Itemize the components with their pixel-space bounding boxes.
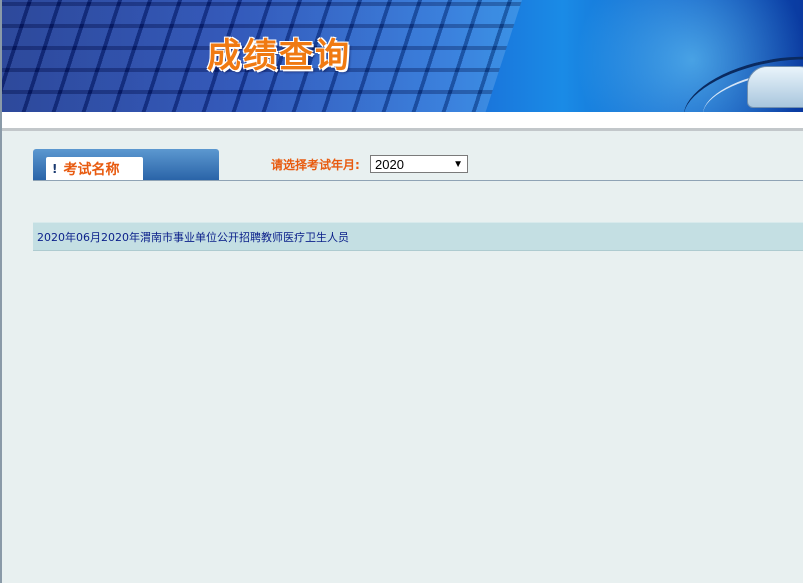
exam-name-tab[interactable]: ! 考试名称 — [33, 149, 219, 180]
dropdown-arrow-icon: ▼ — [453, 159, 463, 170]
page-title: 成绩查询 — [207, 36, 351, 76]
mouse-graphic — [747, 66, 803, 108]
header-spacer — [2, 112, 803, 128]
exam-year-select[interactable]: 2020 ▼ — [370, 155, 468, 173]
exam-link[interactable]: 2020年06月2020年渭南市事业单位公开招聘教师医疗卫生人员 — [37, 229, 349, 245]
exam-year-value: 2020 — [375, 156, 404, 172]
header-divider — [2, 128, 803, 131]
exam-year-label: 请选择考试年月: — [271, 158, 360, 172]
header-banner: 成绩查询 — [2, 0, 803, 112]
exclamation-icon: ! — [52, 161, 58, 176]
exam-name-tab-label-box: ! 考试名称 — [46, 157, 143, 180]
exam-name-tab-label: 考试名称 — [63, 161, 120, 178]
tab-underline — [33, 180, 803, 181]
exam-list-item[interactable]: 2020年06月2020年渭南市事业单位公开招聘教师医疗卫生人员 — [33, 222, 803, 251]
